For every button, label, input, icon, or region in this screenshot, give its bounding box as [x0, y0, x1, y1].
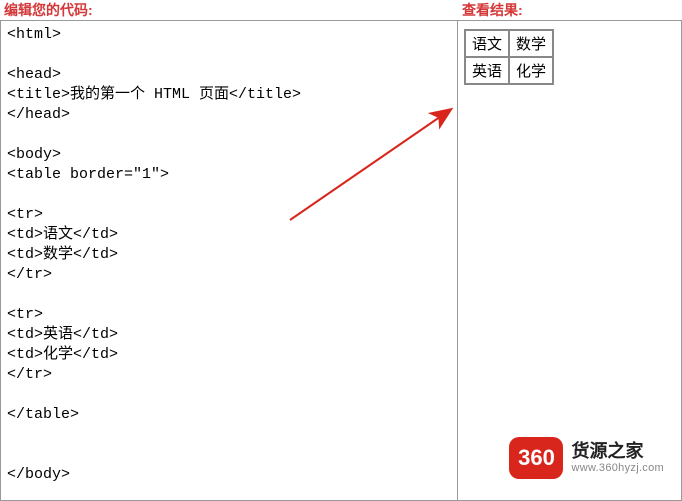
code-editor[interactable] — [0, 20, 458, 501]
result-preview: 语文 数学 英语 化学 — [458, 20, 682, 501]
result-table: 语文 数学 英语 化学 — [464, 29, 554, 85]
table-cell: 语文 — [465, 30, 509, 57]
table-row: 语文 数学 — [465, 30, 553, 57]
table-cell: 化学 — [509, 57, 553, 84]
result-panel-title: 查看结果: — [458, 0, 682, 20]
table-cell: 数学 — [509, 30, 553, 57]
logo-watermark: 360 货源之家 www.360hyzj.com — [509, 437, 664, 479]
table-cell: 英语 — [465, 57, 509, 84]
logo-url-text: www.360hyzj.com — [571, 462, 664, 474]
logo-box: 360 — [509, 437, 563, 479]
code-panel-title: 编辑您的代码: — [0, 0, 458, 20]
logo-cn-text: 货源之家 — [571, 442, 664, 462]
table-row: 英语 化学 — [465, 57, 553, 84]
